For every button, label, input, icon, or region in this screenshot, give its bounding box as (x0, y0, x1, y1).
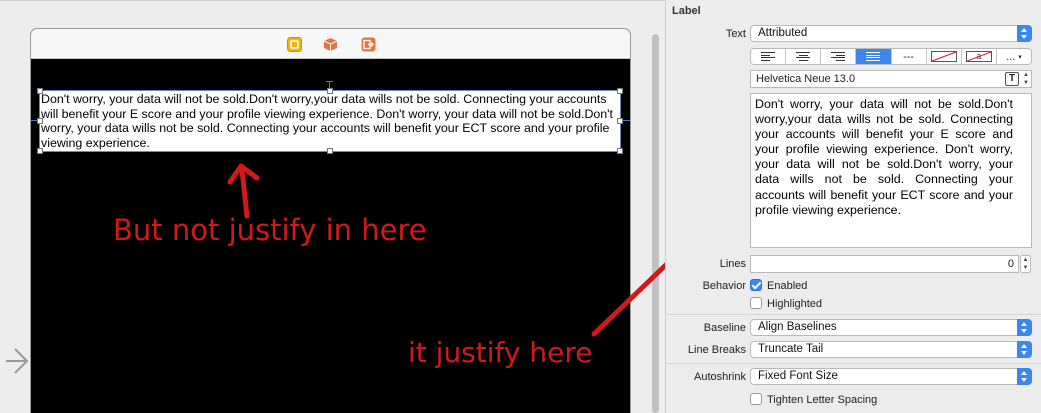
canvas-top-divider (0, 0, 665, 1)
section-title: Label (672, 5, 701, 17)
resize-handle-right[interactable] (617, 118, 623, 124)
strikethrough-button[interactable] (927, 49, 962, 64)
align-natural-icon: --- (903, 50, 915, 63)
font-size-stepper[interactable]: ▲ ▼ (1021, 71, 1031, 87)
resize-handle-top-left[interactable] (37, 88, 43, 94)
section-divider (665, 314, 1041, 315)
view-controller-icon[interactable] (287, 37, 302, 52)
font-picker-button[interactable]: T (1005, 72, 1019, 86)
behavior-row-label: Behavior (702, 280, 746, 292)
more-button[interactable]: ... ▾ (997, 49, 1031, 64)
annotation-justify-here: it justify here (408, 336, 593, 369)
attributed-text-area[interactable]: Don't worry, your data will not be sold.… (750, 93, 1032, 248)
text-type-value: Attributed (758, 27, 808, 39)
scene-dock (31, 29, 630, 59)
baseline-value: Align Baselines (758, 321, 837, 333)
autoshrink-value: Fixed Font Size (758, 370, 838, 382)
highlighted-checkbox[interactable] (750, 297, 762, 309)
align-justify-button[interactable] (856, 49, 892, 64)
constraint-top-cap (326, 81, 333, 82)
label-text: Don't worry, your data will not be sold.… (41, 92, 613, 150)
annotation-not-justify: But not justify in here (113, 213, 427, 247)
resize-handle-top[interactable] (327, 88, 333, 94)
text-row-label: Text (725, 28, 746, 40)
more-icon: ... (1006, 50, 1016, 63)
alignment-segmented-control[interactable]: --- a ... ▾ (750, 48, 1032, 65)
resize-handle-bottom-right[interactable] (617, 148, 623, 154)
baseline-row-label: Baseline (703, 322, 746, 334)
baseline-popup[interactable]: Align Baselines (750, 319, 1032, 336)
lines-row-label: Lines (719, 258, 746, 270)
autoshrink-row-label: Autoshrink (694, 371, 746, 383)
align-center-icon (796, 52, 811, 61)
align-left-icon (761, 52, 776, 61)
first-responder-icon[interactable] (323, 37, 338, 52)
section-divider (665, 363, 1041, 364)
tighten-letter-spacing-label: Tighten Letter Spacing (767, 394, 878, 406)
chevron-updown-icon (1017, 319, 1032, 336)
align-center-button[interactable] (786, 49, 822, 64)
resize-handle-top-right[interactable] (617, 88, 623, 94)
enabled-checkbox[interactable] (750, 279, 762, 291)
highlight-button[interactable]: a (962, 49, 997, 64)
attributed-text-content: Don't worry, your data will not be sold.… (755, 97, 1013, 217)
align-right-icon (831, 52, 846, 61)
tighten-letter-spacing-checkbox[interactable] (750, 393, 762, 405)
resize-handle-left[interactable] (37, 118, 43, 124)
align-natural-button[interactable]: --- (892, 49, 927, 64)
line-breaks-popup[interactable]: Truncate Tail (750, 341, 1032, 358)
lines-stepper[interactable]: ▲ ▼ (1020, 255, 1031, 273)
resize-handle-bottom[interactable] (327, 148, 333, 154)
lines-field[interactable]: 0 (750, 255, 1019, 273)
text-type-popup[interactable]: Attributed (750, 25, 1032, 42)
initial-view-controller-arrow-icon (6, 348, 29, 374)
align-left-button[interactable] (751, 49, 787, 64)
align-right-button[interactable] (821, 49, 857, 64)
font-field[interactable]: Helvetica Neue 13.0 T ▲ ▼ (750, 70, 1032, 88)
autoshrink-popup[interactable]: Fixed Font Size (750, 368, 1032, 385)
chevron-updown-icon (1017, 25, 1032, 42)
chevron-updown-icon (1017, 341, 1032, 358)
font-value: Helvetica Neue 13.0 (756, 73, 856, 85)
highlighted-label: Highlighted (767, 298, 823, 310)
exit-icon[interactable] (361, 37, 376, 52)
strikethrough-icon (930, 51, 957, 62)
resize-handle-bottom-left[interactable] (37, 148, 43, 154)
highlight-icon: a (965, 51, 992, 62)
enabled-label: Enabled (767, 280, 808, 292)
chevron-down-icon: ▾ (1018, 53, 1022, 61)
annotation-arrow-up (227, 163, 260, 219)
selected-label[interactable]: Don't worry, your data will not be sold.… (39, 90, 621, 152)
storyboard-canvas: Don't worry, your data will not be sold.… (0, 0, 665, 413)
align-justify-icon (866, 52, 881, 61)
chevron-updown-icon (1017, 368, 1032, 385)
line-breaks-value: Truncate Tail (758, 343, 824, 355)
line-breaks-row-label: Line Breaks (687, 344, 746, 356)
